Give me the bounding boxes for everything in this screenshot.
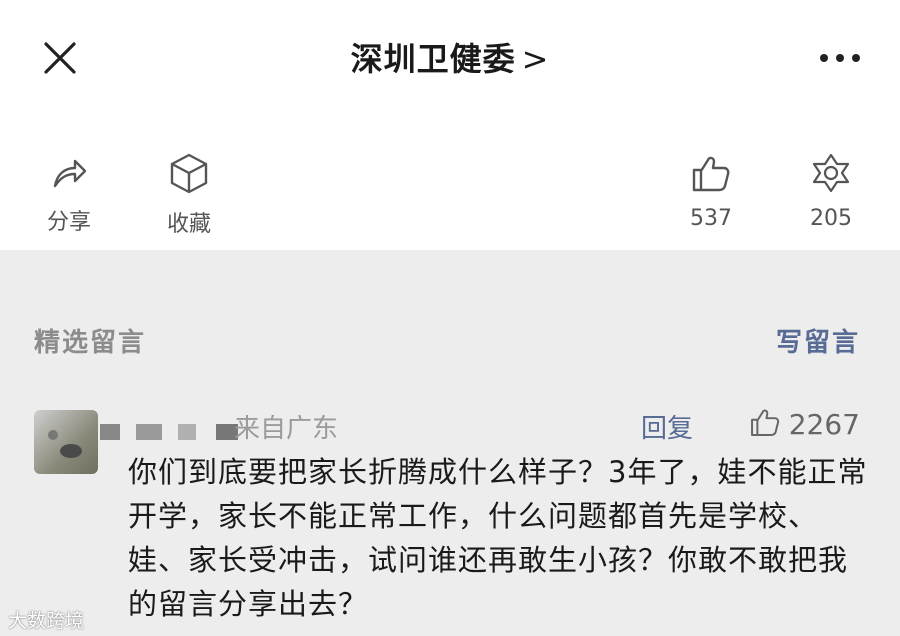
top-bar: 深圳卫健委 >	[0, 0, 900, 112]
thumbs-up-icon	[692, 156, 730, 192]
comment-text: 你们到底要把家长折腾成什么样子？3年了，娃不能正常开学，家长不能正常工作，什么问…	[128, 455, 868, 621]
avatar[interactable]	[34, 410, 98, 474]
comment-like-button[interactable]: 2267	[749, 406, 860, 441]
comment-item: 来自广东 回复 2267 你们到底要把家长折腾成什么样子？3年了，娃不能正常开学…	[0, 400, 900, 636]
wow-button[interactable]: 205	[786, 152, 876, 231]
collect-button[interactable]: 收藏	[144, 152, 234, 238]
action-bar: 分享 收藏 537 205	[0, 112, 900, 250]
featured-comments-label: 精选留言	[34, 328, 147, 358]
wow-count: 205	[810, 206, 852, 231]
comments-header: 精选留言 写留言	[0, 250, 900, 400]
like-count: 537	[690, 206, 732, 231]
account-title[interactable]: 深圳卫健委 >	[0, 34, 900, 80]
share-label: 分享	[46, 210, 91, 235]
wow-star-icon	[812, 153, 850, 193]
watermark-text: 大数跨境	[8, 610, 85, 632]
share-icon	[53, 159, 87, 188]
chevron-right-icon: >	[521, 40, 550, 78]
write-comment-button[interactable]: 写留言	[776, 322, 860, 359]
like-button[interactable]: 537	[666, 152, 756, 231]
comment-like-count: 2267	[788, 408, 860, 441]
more-dots-icon[interactable]	[816, 40, 864, 76]
cube-icon	[170, 153, 208, 194]
thumbs-up-icon	[750, 409, 779, 436]
watermark: 大数跨境	[8, 606, 84, 633]
share-button[interactable]: 分享	[24, 152, 114, 236]
comment-location: 来自广东	[234, 414, 339, 444]
collect-label: 收藏	[166, 212, 211, 237]
account-name: 深圳卫健委	[350, 40, 516, 78]
reply-button[interactable]: 回复	[641, 408, 693, 445]
